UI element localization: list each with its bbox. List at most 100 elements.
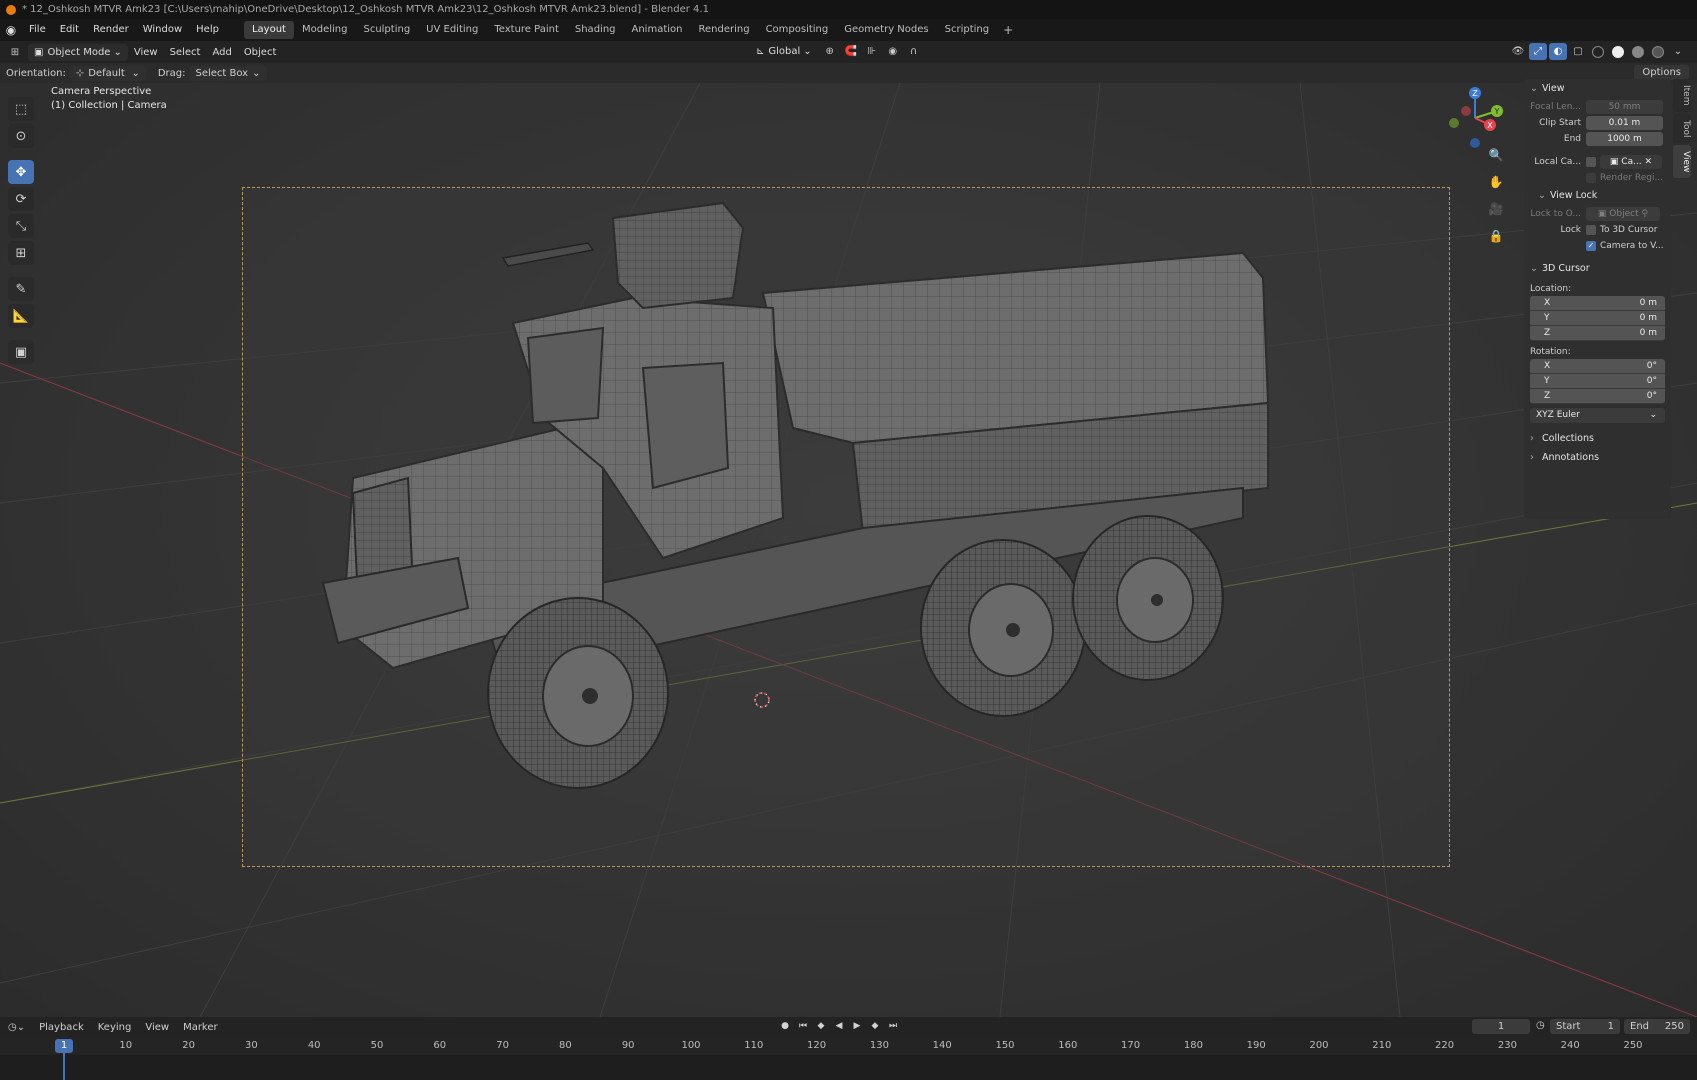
workspace-tab-modeling[interactable]: Modeling bbox=[294, 21, 356, 39]
transform-tool-icon[interactable]: ⊞ bbox=[8, 241, 34, 265]
camera-to-view-checkbox[interactable]: ✓ bbox=[1586, 240, 1596, 251]
next-keyframe-icon[interactable]: ◆ bbox=[868, 1019, 882, 1033]
clip-start-field[interactable]: 0.01 m bbox=[1586, 115, 1663, 130]
sidebar-tab-tool[interactable]: Tool bbox=[1673, 113, 1691, 143]
sidebar-tab-item[interactable]: Item bbox=[1673, 79, 1691, 112]
visibility-icon[interactable]: 👁 bbox=[1509, 43, 1527, 60]
menu-keying[interactable]: Keying bbox=[91, 1022, 139, 1033]
end-frame-field[interactable]: End 250 bbox=[1624, 1019, 1690, 1034]
scale-tool-icon[interactable]: ⤡ bbox=[8, 214, 34, 238]
pivot-point-icon[interactable]: ⊕ bbox=[821, 43, 839, 60]
collections-section-header[interactable]: › Collections bbox=[1524, 429, 1671, 448]
proportional-edit-icon[interactable]: ◉ bbox=[884, 43, 902, 60]
shading-rendered-icon[interactable] bbox=[1649, 43, 1667, 60]
playhead[interactable]: 1 bbox=[55, 1039, 73, 1053]
snap-icon[interactable]: 🧲 bbox=[842, 43, 860, 60]
sidebar-tab-view[interactable]: View bbox=[1673, 144, 1691, 179]
zoom-icon[interactable]: 🔍 bbox=[1485, 145, 1507, 165]
cursor-rotation-y[interactable]: Y 0° bbox=[1530, 374, 1665, 389]
workspace-tab-uv-editing[interactable]: UV Editing bbox=[418, 21, 486, 39]
clear-x-icon[interactable]: ✕ bbox=[1642, 157, 1653, 167]
3d-cursor-section-header[interactable]: ⌄ 3D Cursor bbox=[1524, 259, 1671, 278]
focal-length-field[interactable]: 50 mm bbox=[1586, 99, 1663, 114]
timeline-area[interactable]: 10 20 30 40 50 60 70 80 90 100 110 120 130 140 150 160 1… bbox=[0, 1037, 1697, 1080]
snap-target-icon[interactable]: ⊪ bbox=[863, 43, 881, 60]
measure-tool-icon[interactable]: 📐 bbox=[8, 304, 34, 328]
pan-hand-icon[interactable]: ✋ bbox=[1485, 172, 1507, 192]
drag-dropdown[interactable]: Select Box ⌄ bbox=[189, 65, 267, 81]
overlay-toggle-icon[interactable]: ◐ bbox=[1549, 43, 1567, 60]
3d-viewport[interactable]: Camera Perspective (1) Collection | Came… bbox=[0, 83, 1697, 1017]
blender-menu-icon[interactable]: ◉ bbox=[0, 19, 22, 41]
play-icon[interactable]: ▶ bbox=[850, 1019, 864, 1033]
editor-type-icon[interactable]: ⊞ bbox=[6, 44, 24, 61]
cursor-tool-icon[interactable]: ⊙ bbox=[8, 124, 34, 148]
workspace-tab-scripting[interactable]: Scripting bbox=[937, 21, 997, 39]
lock-to-object-field[interactable]: ▣ Object ⚲ bbox=[1586, 206, 1660, 221]
local-camera-field[interactable]: ▣ Ca... ✕ bbox=[1600, 154, 1662, 169]
xray-toggle-icon[interactable]: ▢ bbox=[1569, 43, 1587, 60]
navigation-gizmo[interactable]: Z Y X bbox=[1440, 83, 1510, 153]
rotation-mode-dropdown[interactable]: XYZ Euler ⌄ bbox=[1530, 408, 1665, 423]
options-dropdown[interactable]: Options bbox=[1634, 65, 1689, 80]
menu-select[interactable]: Select bbox=[164, 44, 207, 61]
current-frame-field[interactable]: 1 bbox=[1472, 1019, 1530, 1034]
render-region-checkbox[interactable] bbox=[1586, 172, 1596, 183]
menu-object[interactable]: Object bbox=[238, 44, 283, 61]
menu-playback[interactable]: Playback bbox=[32, 1022, 91, 1033]
move-tool-icon[interactable]: ✥ bbox=[8, 160, 34, 184]
menu-view[interactable]: View bbox=[128, 44, 164, 61]
frame-ruler[interactable]: 10 20 30 40 50 60 70 80 90 100 110 120 130 140 150 160 1… bbox=[0, 1037, 1697, 1055]
menu-help[interactable]: Help bbox=[189, 19, 226, 41]
view-lock-header[interactable]: ⌄ View Lock bbox=[1524, 186, 1671, 205]
camera-view-icon[interactable]: 🎥 bbox=[1485, 199, 1507, 219]
shading-options-icon[interactable]: ⌄ bbox=[1669, 43, 1687, 60]
cursor-location-z[interactable]: Z0 m bbox=[1530, 326, 1665, 341]
menu-marker[interactable]: Marker bbox=[176, 1022, 225, 1033]
timeline-editor-icon[interactable]: ◷⌄ bbox=[0, 1022, 32, 1033]
falloff-icon[interactable]: ∩ bbox=[905, 43, 923, 60]
rotate-tool-icon[interactable]: ⟳ bbox=[8, 187, 34, 211]
prev-keyframe-icon[interactable]: ◆ bbox=[814, 1019, 828, 1033]
workspace-tab-shading[interactable]: Shading bbox=[567, 21, 624, 39]
cursor-location-y[interactable]: Y0 m bbox=[1530, 311, 1665, 326]
eyedropper-icon[interactable]: ⚲ bbox=[1639, 209, 1648, 219]
lock-to-cursor-checkbox[interactable] bbox=[1586, 224, 1596, 235]
start-frame-field[interactable]: Start 1 bbox=[1550, 1019, 1620, 1034]
workspace-tab-sculpting[interactable]: Sculpting bbox=[355, 21, 418, 39]
menu-edit[interactable]: Edit bbox=[53, 19, 86, 41]
play-reverse-icon[interactable]: ◀ bbox=[832, 1019, 846, 1033]
cursor-rotation-z[interactable]: Z 0° bbox=[1530, 389, 1665, 404]
gizmo-toggle-icon[interactable]: ⤢ bbox=[1529, 43, 1547, 60]
menu-add[interactable]: Add bbox=[206, 44, 237, 61]
jump-end-icon[interactable]: ⏭ bbox=[886, 1019, 900, 1033]
annotate-tool-icon[interactable]: ✎ bbox=[8, 277, 34, 301]
workspace-tab-rendering[interactable]: Rendering bbox=[690, 21, 757, 39]
menu-window[interactable]: Window bbox=[136, 19, 189, 41]
clock-icon[interactable]: ◷ bbox=[1536, 1020, 1545, 1031]
menu-file[interactable]: File bbox=[22, 19, 53, 41]
annotations-section-header[interactable]: › Annotations bbox=[1524, 448, 1671, 467]
record-icon[interactable]: ● bbox=[778, 1019, 792, 1033]
shading-wireframe-icon[interactable] bbox=[1589, 43, 1607, 60]
view-section-header[interactable]: ⌄ View bbox=[1524, 79, 1671, 98]
workspace-tab-compositing[interactable]: Compositing bbox=[758, 21, 837, 39]
add-workspace-icon[interactable]: + bbox=[997, 23, 1019, 37]
workspace-tab-texture-paint[interactable]: Texture Paint bbox=[486, 21, 567, 39]
transform-orientation-dropdown[interactable]: ⊾ Global ⌄ bbox=[750, 43, 818, 60]
orientation-dropdown[interactable]: ⊹ Default ⌄ bbox=[69, 65, 146, 81]
clip-end-field[interactable]: 1000 m bbox=[1586, 131, 1663, 146]
workspace-tab-layout[interactable]: Layout bbox=[243, 21, 294, 39]
mode-dropdown[interactable]: ▣ Object Mode ⌄ bbox=[28, 43, 128, 61]
workspace-tab-geometry-nodes[interactable]: Geometry Nodes bbox=[836, 21, 936, 39]
shading-solid-icon[interactable] bbox=[1609, 43, 1627, 60]
cursor-location-x[interactable]: X0 m bbox=[1530, 296, 1665, 311]
workspace-tab-animation[interactable]: Animation bbox=[624, 21, 691, 39]
shading-material-icon[interactable] bbox=[1629, 43, 1647, 60]
menu-timeline-view[interactable]: View bbox=[138, 1022, 176, 1033]
jump-start-icon[interactable]: ⏮ bbox=[796, 1019, 810, 1033]
select-box-tool-icon[interactable]: ⬚ bbox=[8, 97, 34, 121]
menu-render[interactable]: Render bbox=[86, 19, 136, 41]
local-camera-checkbox[interactable] bbox=[1586, 156, 1596, 167]
lock-icon[interactable]: 🔒 bbox=[1485, 226, 1507, 246]
